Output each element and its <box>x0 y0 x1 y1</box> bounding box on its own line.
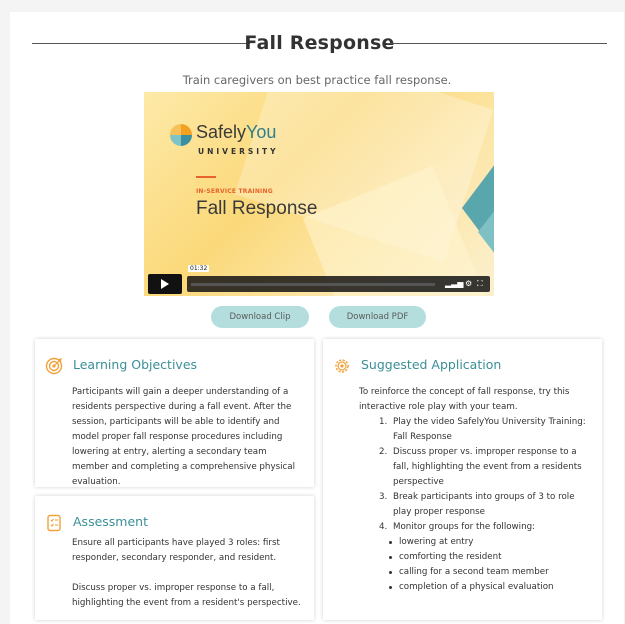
video-controls: ▂▃▅ ⚙ ⛶ 01:32 <box>148 265 490 294</box>
step-text: Monitor groups for the following: <box>393 522 536 532</box>
title-divider-right <box>387 43 607 44</box>
video-player[interactable]: SafelyYou UNIVERSITY IN-SERVICE TRAINING… <box>144 92 494 296</box>
checklist-icon <box>47 514 61 532</box>
gear-icon <box>335 359 349 373</box>
download-clip-button[interactable]: Download Clip <box>211 306 309 328</box>
logo-word-safely: Safely <box>196 122 247 142</box>
step-number: 1. <box>379 417 388 427</box>
panel-body: To reinforce the concept of fall respons… <box>359 385 595 595</box>
panel-body: Ensure all participants have played 3 ro… <box>72 536 304 611</box>
step-number: 3. <box>379 492 388 502</box>
assessment-paragraph: Ensure all participants have played 3 ro… <box>72 538 280 563</box>
monitor-list: lowering at entry comforting the residen… <box>387 535 595 595</box>
logo-subline: UNIVERSITY <box>198 147 279 156</box>
safelyyou-logo: SafelyYou UNIVERSITY <box>170 120 330 160</box>
list-item: calling for a second team member <box>387 565 595 580</box>
panel-title: Learning Objectives <box>73 357 198 372</box>
logo-mark-icon <box>170 124 192 146</box>
page-title-row: Fall Response <box>32 32 607 54</box>
assessment-paragraph: Discuss proper vs. improper response to … <box>72 583 301 608</box>
step-text: Play the video SafelyYou University Trai… <box>393 417 586 442</box>
list-item: 4. Monitor groups for the following: <box>379 520 595 535</box>
video-time: 01:32 <box>188 265 210 272</box>
step-number: 4. <box>379 522 388 532</box>
play-button[interactable] <box>148 274 182 294</box>
application-intro: To reinforce the concept of fall respons… <box>359 387 570 412</box>
list-item: comforting the resident <box>387 550 595 565</box>
assessment-panel: Assessment Ensure all participants have … <box>35 496 314 620</box>
panel-title: Assessment <box>73 514 148 529</box>
list-item: completion of a physical evaluation <box>387 580 595 595</box>
video-accent-shape <box>478 206 494 258</box>
video-kicker: IN-SERVICE TRAINING <box>196 188 273 195</box>
learning-objectives-panel: Learning Objectives Participants will ga… <box>35 339 314 487</box>
logo-wordmark: SafelyYou <box>196 122 276 143</box>
settings-gear-icon[interactable]: ⚙ <box>465 279 472 289</box>
application-steps: 1. Play the video SafelyYou University T… <box>379 415 595 535</box>
step-number: 2. <box>379 447 388 457</box>
volume-icon[interactable]: ▂▃▅ <box>445 279 463 289</box>
progress-track[interactable] <box>191 283 435 286</box>
control-bar: ▂▃▅ ⚙ ⛶ <box>187 276 490 292</box>
step-text: Break participants into groups of 3 to r… <box>393 492 575 517</box>
target-icon <box>45 357 63 375</box>
list-item: 2. Discuss proper vs. improper response … <box>379 445 595 490</box>
video-title: Fall Response <box>196 198 318 219</box>
suggested-application-panel: Suggested Application To reinforce the c… <box>323 339 602 620</box>
list-item: lowering at entry <box>387 535 595 550</box>
content-card: Fall Response Train caregivers on best p… <box>10 12 624 624</box>
step-text: Discuss proper vs. improper response to … <box>393 447 582 487</box>
panel-title: Suggested Application <box>361 357 502 372</box>
kicker-rule <box>196 176 216 178</box>
fullscreen-icon[interactable]: ⛶ <box>477 279 483 289</box>
download-pdf-button[interactable]: Download PDF <box>329 306 426 328</box>
list-item: 1. Play the video SafelyYou University T… <box>379 415 595 445</box>
panel-body: Participants will gain a deeper understa… <box>72 387 296 487</box>
page-subtitle: Train caregivers on best practice fall r… <box>182 73 452 87</box>
list-item: 3. Break participants into groups of 3 t… <box>379 490 595 520</box>
logo-word-you: You <box>246 122 277 142</box>
